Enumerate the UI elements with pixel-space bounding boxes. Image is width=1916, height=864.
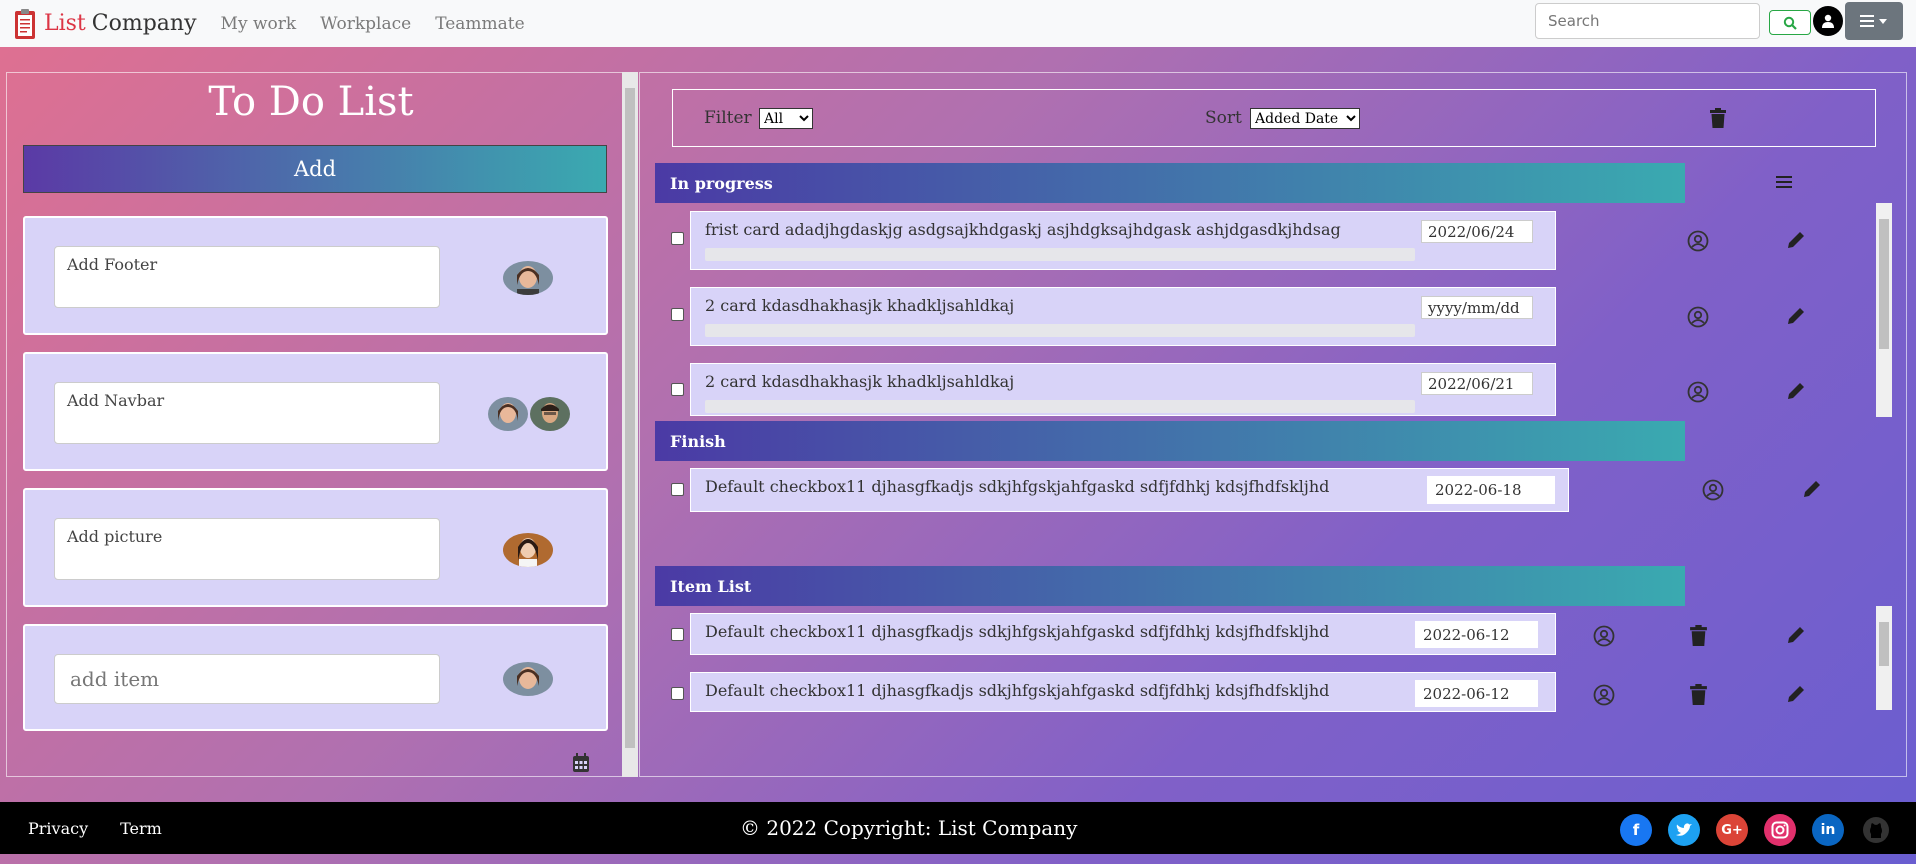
linkedin-icon[interactable]: in <box>1812 814 1844 846</box>
navbar: List Company My work Workplace Teammate … <box>0 0 1916 47</box>
trash-icon[interactable] <box>1690 625 1707 646</box>
assign-user-icon[interactable] <box>1687 230 1709 252</box>
menu-toggle-button[interactable] <box>1845 2 1903 40</box>
task-card: frist card adadjhgdaskjg asdgsajkhdgaskj… <box>690 211 1556 270</box>
todo-panel: To Do List Add Add Footer Add Navbar Add… <box>6 72 626 777</box>
sort-label: Sort <box>1205 108 1242 128</box>
user-button[interactable] <box>1813 6 1843 36</box>
task-checkbox[interactable] <box>671 232 684 245</box>
group-header-item-list: Item List <box>655 566 1685 606</box>
left-scrollbar[interactable] <box>622 72 638 777</box>
list-menu-icon[interactable] <box>1776 175 1792 189</box>
filter-select[interactable]: All <box>759 108 813 129</box>
filter-label: Filter <box>704 108 752 128</box>
filter-bar: Filter All Sort Added Date <box>672 89 1876 147</box>
page-title: To Do List <box>208 79 414 125</box>
edit-pencil-icon[interactable] <box>1786 625 1806 645</box>
trash-icon[interactable] <box>1690 684 1707 705</box>
github-icon[interactable] <box>1860 814 1892 846</box>
task-card: 2 card kdasdhakhasjk khadkljsahldkaj 202… <box>690 363 1556 416</box>
nav-workplace[interactable]: Workplace <box>320 14 411 34</box>
edit-pencil-icon[interactable] <box>1802 479 1822 499</box>
avatar[interactable] <box>503 662 553 696</box>
twitter-icon[interactable] <box>1668 814 1700 846</box>
brand-name-list: List <box>44 11 86 36</box>
task-checkbox[interactable] <box>671 628 684 641</box>
assign-user-icon[interactable] <box>1593 625 1615 647</box>
avatar[interactable] <box>503 261 553 295</box>
board-panel: Filter All Sort Added Date In progress f… <box>639 72 1907 777</box>
task-checkbox[interactable] <box>671 383 684 396</box>
task-card: Add Footer <box>23 216 608 335</box>
task-textarea[interactable]: Add picture <box>54 518 440 580</box>
nav-my-work[interactable]: My work <box>221 14 297 34</box>
assign-user-icon[interactable] <box>1593 684 1615 706</box>
date-input[interactable]: yyyy/mm/dd <box>1421 296 1533 319</box>
footer-term-link[interactable]: Term <box>120 819 162 838</box>
copyright-text: © 2022 Copyright: List Company <box>740 816 1078 840</box>
task-card: 2 card kdasdhakhasjk khadkljsahldkaj yyy… <box>690 287 1556 346</box>
menu-icon <box>1860 15 1887 27</box>
search-input[interactable]: Search <box>1535 3 1760 39</box>
date-input[interactable]: 2022/06/21 <box>1421 372 1533 395</box>
instagram-icon[interactable] <box>1764 814 1796 846</box>
user-icon <box>1822 14 1834 28</box>
task-text: Default checkbox11 djhasgfkadjs sdkjhfgs… <box>705 477 1330 496</box>
task-card: Default checkbox11 djhasgfkadjs sdkjhfgs… <box>690 672 1556 712</box>
in-progress-scrollbar[interactable] <box>1876 203 1892 417</box>
brand-name-company: Company <box>91 11 197 36</box>
calendar-icon[interactable] <box>572 753 590 773</box>
search-button[interactable] <box>1769 10 1811 35</box>
edit-pencil-icon[interactable] <box>1786 306 1806 326</box>
avatar[interactable] <box>503 533 553 567</box>
task-text: frist card adadjhgdaskjg asdgsajkhdgaskj… <box>705 220 1341 239</box>
task-card: Default checkbox11 djhasgfkadjs sdkjhfgs… <box>690 468 1569 512</box>
item-list-scrollbar[interactable] <box>1876 606 1892 710</box>
progress-bar <box>705 400 1415 413</box>
search-icon <box>1783 16 1797 30</box>
date-input[interactable]: 2022-06-18 <box>1427 476 1555 504</box>
nav-teammate[interactable]: Teammate <box>435 14 524 34</box>
task-checkbox[interactable] <box>671 308 684 321</box>
task-text: Default checkbox11 djhasgfkadjs sdkjhfgs… <box>705 622 1330 641</box>
trash-icon[interactable] <box>1710 108 1726 128</box>
task-text: 2 card kdasdhakhasjk khadkljsahldkaj <box>705 372 1015 391</box>
facebook-icon[interactable]: f <box>1620 814 1652 846</box>
group-header-finish: Finish <box>655 421 1685 461</box>
sort-select[interactable]: Added Date <box>1250 108 1360 129</box>
task-textarea[interactable]: Add Navbar <box>54 382 440 444</box>
task-textarea[interactable]: Add Footer <box>54 246 440 308</box>
date-input[interactable]: 2022/06/24 <box>1421 220 1533 243</box>
assign-user-icon[interactable] <box>1702 479 1724 501</box>
assign-user-icon[interactable] <box>1687 306 1709 328</box>
footer: Privacy Term © 2022 Copyright: List Comp… <box>0 802 1916 854</box>
task-checkbox[interactable] <box>671 483 684 496</box>
clipboard-logo-icon <box>15 8 35 39</box>
date-input[interactable]: 2022-06-12 <box>1415 621 1538 648</box>
progress-bar <box>705 324 1415 337</box>
add-button[interactable]: Add <box>23 145 607 193</box>
task-checkbox[interactable] <box>671 687 684 700</box>
footer-privacy-link[interactable]: Privacy <box>28 819 88 838</box>
add-item-card: add item <box>23 624 608 731</box>
avatar[interactable] <box>488 397 528 431</box>
progress-bar <box>705 248 1415 261</box>
task-card: Add Navbar <box>23 352 608 471</box>
edit-pencil-icon[interactable] <box>1786 684 1806 704</box>
task-card: Add picture <box>23 488 608 607</box>
task-text: Default checkbox11 djhasgfkadjs sdkjhfgs… <box>705 681 1330 700</box>
avatar[interactable] <box>530 397 570 431</box>
date-input[interactable]: 2022-06-12 <box>1415 680 1538 707</box>
task-text: 2 card kdasdhakhasjk khadkljsahldkaj <box>705 296 1015 315</box>
group-header-in-progress: In progress <box>655 163 1685 203</box>
google-plus-icon[interactable]: G+ <box>1716 814 1748 846</box>
assign-user-icon[interactable] <box>1687 381 1709 403</box>
brand[interactable]: List Company <box>14 8 197 40</box>
edit-pencil-icon[interactable] <box>1786 230 1806 250</box>
edit-pencil-icon[interactable] <box>1786 381 1806 401</box>
task-card: Default checkbox11 djhasgfkadjs sdkjhfgs… <box>690 613 1556 655</box>
add-item-input[interactable]: add item <box>54 654 440 704</box>
